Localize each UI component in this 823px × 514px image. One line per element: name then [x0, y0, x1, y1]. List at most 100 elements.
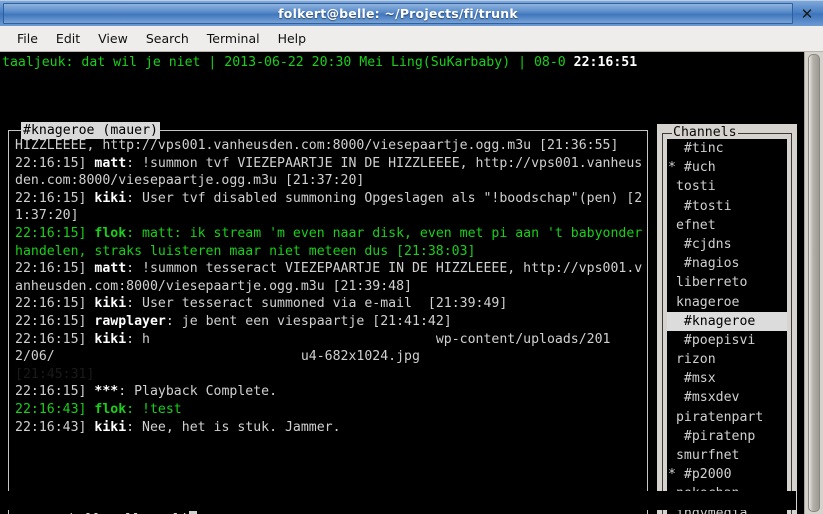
channel-label: #cjdns	[675, 236, 732, 252]
channel-list-item[interactable]: efnet	[667, 216, 787, 235]
message-nick: kiki	[94, 331, 127, 347]
title-bar: folkert@belle: ~/Projects/fi/trunk ✕	[0, 0, 823, 26]
channel-activity-marker: *	[668, 160, 676, 176]
chat-message: 22:16:15] rawplayer: je bent een viespaa…	[15, 313, 643, 331]
chat-message-corrupted-cont: 2/06/ u4-682x1024.jpg	[15, 349, 420, 365]
channels-frame: Channels #tinc * #uch tosti #tosti efnet …	[662, 124, 792, 514]
channel-activity-marker	[668, 293, 676, 312]
chat-message: 22:16:43] flok: !test	[15, 401, 643, 419]
message-timestamp: 22:16:15]	[15, 331, 95, 347]
channel-list-item[interactable]: #msxdev	[667, 388, 787, 407]
chat-message-corrupted: 22:16:15] kiki: h wp-content/uploads/201	[15, 331, 643, 349]
channel-label: liberreto	[675, 275, 748, 291]
chat-panel: #knageroe (mauer) HIZZLEEEE, http://vps0…	[8, 122, 648, 514]
channel-label: #uch	[675, 160, 716, 176]
message-nick: kiki	[94, 419, 127, 435]
irc-status-line: taaljeuk: dat wil je niet | 2013-06-22 2…	[2, 54, 802, 72]
channel-activity-marker	[668, 408, 676, 427]
menu-item-search[interactable]: Search	[137, 29, 198, 48]
close-icon[interactable]: ✕	[795, 1, 819, 26]
menu-item-view[interactable]: View	[89, 29, 137, 48]
chat-message-plain: HIZZLEEEE, http://vps001.vanheusden.com:…	[15, 138, 619, 153]
chat-message: 22:16:15] ***: Playback Complete.	[15, 383, 643, 401]
channel-activity-marker	[668, 350, 676, 369]
channel-label: #p2000	[675, 467, 732, 483]
message-timestamp: 22:16:15]	[15, 261, 95, 277]
channel-list-item[interactable]: #poepisvi	[667, 331, 787, 350]
channel-list[interactable]: #tinc * #uch tosti #tosti efnet #cjdns #n…	[667, 139, 787, 514]
channel-label: #knageroe	[675, 313, 756, 329]
message-nick: kiki	[94, 190, 127, 206]
channel-list-item[interactable]: piratenpart	[667, 408, 787, 427]
channel-list-item[interactable]: #nagios	[667, 254, 787, 273]
message-text: : je bent een viespaartje [21:41:42]	[165, 313, 452, 329]
terminal-screen[interactable]: taaljeuk: dat wil je niet | 2013-06-22 2…	[0, 52, 804, 514]
terminal-body: taaljeuk: dat wil je niet | 2013-06-22 2…	[0, 52, 823, 514]
channel-label: rizon	[675, 352, 716, 368]
channel-activity-marker	[668, 273, 676, 292]
terminal-scrollbar[interactable]	[804, 52, 823, 514]
menu-item-edit[interactable]: Edit	[47, 29, 89, 48]
chat-message: 22:16:15] kiki: User tesseract summoned …	[15, 295, 643, 313]
message-timestamp: 22:16:15]	[15, 313, 95, 329]
channel-activity-marker	[668, 312, 676, 331]
message-timestamp: 22:16:15]	[15, 225, 95, 241]
channel-label: efnet	[675, 217, 716, 233]
chat-message: 22:16:15] matt: !summon tvf VIEZEPAARTJE…	[15, 155, 643, 190]
channel-list-item[interactable]: #msx	[667, 369, 787, 388]
channel-label: knageroe	[675, 294, 740, 310]
channel-label: #msx	[675, 371, 716, 387]
channel-list-item[interactable]: #piratenp	[667, 427, 787, 446]
channel-list-item[interactable]: liberreto	[667, 273, 787, 292]
channel-label: #tinc	[675, 141, 724, 156]
message-timestamp: 22:16:15]	[15, 296, 95, 312]
message-nick: matt	[94, 261, 127, 277]
channel-list-item[interactable]: rizon	[667, 350, 787, 369]
channel-activity-marker	[668, 254, 676, 273]
channel-list-item[interactable]: #tosti	[667, 197, 787, 216]
chat-message: 22:16:15] kiki: User tvf disabled summon…	[15, 190, 643, 225]
message-text: : User tesseract summoned via e-mail [21…	[126, 296, 508, 312]
channel-activity-marker	[668, 177, 676, 196]
channel-label: #nagios	[675, 256, 740, 272]
message-nick: matt	[94, 155, 127, 171]
message-timestamp: 22:16:15]	[15, 190, 95, 206]
terminal-scrollbar-thumb[interactable]	[808, 54, 820, 512]
channel-activity-marker	[668, 197, 676, 216]
terminal-window: folkert@belle: ~/Projects/fi/trunk ✕ Fil…	[0, 0, 823, 514]
message-timestamp: 22:16:15]	[15, 384, 95, 400]
message-input[interactable]: hallo allemaal!	[6, 491, 796, 514]
menu-item-help[interactable]: Help	[269, 29, 316, 48]
chat-artifact-line: [21:45:31]	[15, 366, 95, 382]
channel-list-item[interactable]: knageroe	[667, 293, 787, 312]
channel-label: #piratenp	[675, 428, 756, 444]
channel-list-item[interactable]: * #p2000	[667, 465, 787, 484]
channel-label: #msxdev	[675, 390, 740, 406]
chat-message: 22:16:15] matt: !summon tesseract VIEZEP…	[15, 260, 643, 295]
channel-activity-marker	[668, 388, 676, 407]
channel-list-item[interactable]: smurfnet	[667, 446, 787, 465]
status-text: taaljeuk: dat wil je niet | 2013-06-22 2…	[2, 55, 574, 70]
menu-item-file[interactable]: File	[8, 29, 47, 48]
chat-message-list[interactable]: HIZZLEEEE, http://vps001.vanheusden.com:…	[15, 137, 643, 514]
message-timestamp: 22:16:15]	[15, 155, 95, 171]
menu-item-terminal[interactable]: Terminal	[198, 29, 269, 48]
channels-panel: Channels #tinc * #uch tosti #tosti efnet …	[657, 124, 797, 514]
message-text: : Playback Complete.	[118, 384, 278, 400]
channel-activity-marker	[668, 446, 676, 465]
channel-list-item[interactable]: #knageroe	[667, 311, 787, 331]
channel-activity-marker	[668, 369, 676, 388]
channel-list-item[interactable]: tosti	[667, 177, 787, 196]
message-text: : Nee, het is stuk. Jammer.	[126, 419, 341, 435]
title-bar-gradient: folkert@belle: ~/Projects/fi/trunk	[3, 3, 793, 24]
channel-list-item[interactable]: #cjdns	[667, 235, 787, 254]
channel-list-item[interactable]: #tinc	[667, 139, 787, 158]
channel-list-item[interactable]: * #uch	[667, 158, 787, 177]
window-title: folkert@belle: ~/Projects/fi/trunk	[278, 6, 518, 21]
message-text: : !test	[126, 401, 182, 417]
message-nick: flok	[94, 225, 127, 241]
channel-label: #poepisvi	[675, 332, 756, 348]
channel-activity-marker	[668, 235, 676, 254]
channel-label: #tosti	[675, 198, 732, 214]
channel-label: piratenpart	[675, 409, 764, 425]
